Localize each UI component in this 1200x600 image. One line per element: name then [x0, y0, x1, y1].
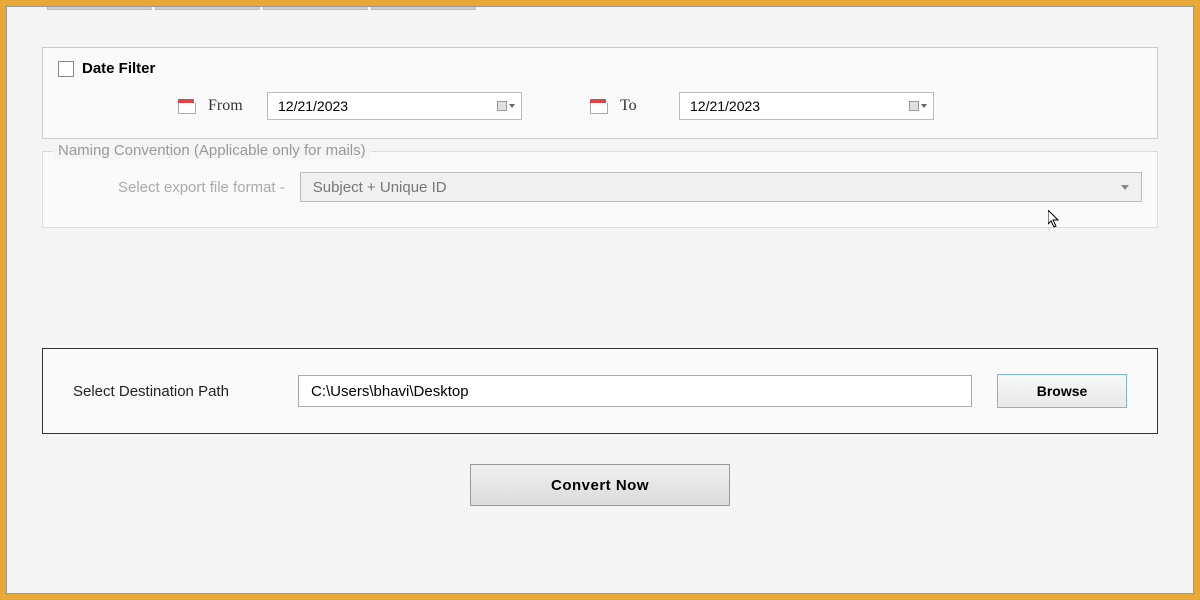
from-date-picker-button[interactable]: [491, 93, 521, 119]
from-date-field[interactable]: [267, 92, 522, 120]
export-format-select[interactable]: Subject + Unique ID: [300, 172, 1142, 202]
tab-item[interactable]: [371, 7, 476, 10]
naming-convention-legend: Naming Convention (Applicable only for m…: [53, 142, 371, 159]
chevron-down-icon: [921, 104, 927, 108]
naming-row: Select export file format - Subject + Un…: [58, 172, 1142, 202]
destination-label: Select Destination Path: [73, 383, 273, 400]
date-range-row: From To: [58, 92, 1142, 120]
tab-strip: [47, 7, 476, 10]
cursor-icon: [1048, 210, 1062, 230]
tab-item[interactable]: [155, 7, 260, 10]
window-frame: Date Filter From To: [0, 0, 1200, 600]
from-date-input[interactable]: [268, 94, 491, 118]
convert-now-button[interactable]: Convert Now: [470, 464, 730, 506]
action-row: Convert Now: [42, 464, 1158, 506]
date-filter-checkbox[interactable]: [58, 61, 74, 77]
main-panel: Date Filter From To: [6, 6, 1194, 594]
tab-item[interactable]: [47, 7, 152, 10]
from-label: From: [208, 97, 253, 115]
chevron-down-icon: [509, 104, 515, 108]
calendar-icon: [590, 99, 606, 113]
date-filter-header: Date Filter: [58, 60, 1142, 77]
date-filter-group: Date Filter From To: [42, 47, 1158, 139]
destination-path-group: Select Destination Path Browse: [42, 348, 1158, 434]
naming-convention-group: Naming Convention (Applicable only for m…: [42, 151, 1158, 228]
calendar-mini-icon: [497, 101, 507, 111]
date-filter-title: Date Filter: [82, 60, 155, 77]
calendar-icon: [178, 99, 194, 113]
destination-path-input[interactable]: [298, 375, 972, 407]
to-date-input[interactable]: [680, 94, 903, 118]
calendar-mini-icon: [909, 101, 919, 111]
to-date-picker-button[interactable]: [903, 93, 933, 119]
browse-button[interactable]: Browse: [997, 374, 1127, 408]
export-format-label: Select export file format -: [118, 179, 285, 196]
to-label: To: [620, 97, 665, 115]
export-format-value: Subject + Unique ID: [313, 179, 1121, 196]
to-date-field[interactable]: [679, 92, 934, 120]
chevron-down-icon: [1121, 185, 1129, 190]
tab-item[interactable]: [263, 7, 368, 10]
